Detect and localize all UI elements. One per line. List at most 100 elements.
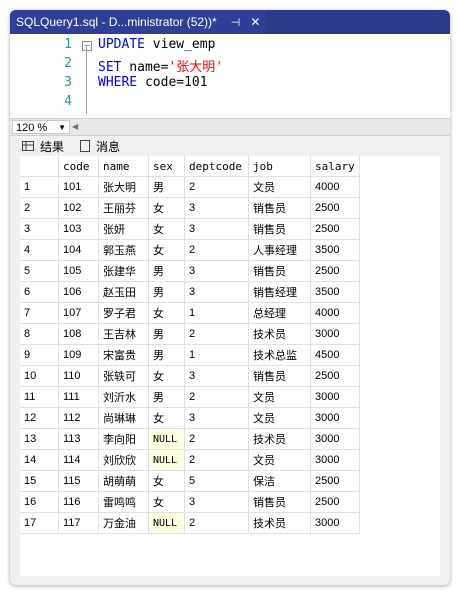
table-cell[interactable]: 技术员 — [248, 428, 311, 450]
row-number-cell[interactable]: 10 — [20, 365, 59, 387]
table-cell[interactable]: 万金油 — [98, 512, 149, 534]
table-cell[interactable]: NULL — [148, 449, 185, 471]
row-number-cell[interactable]: 14 — [20, 449, 59, 471]
table-cell[interactable]: 女 — [148, 491, 185, 513]
close-icon[interactable]: ✕ — [250, 15, 260, 29]
table-cell[interactable]: 3500 — [310, 239, 360, 261]
table-cell[interactable]: 3 — [184, 365, 249, 387]
table-cell[interactable]: 1 — [184, 302, 249, 324]
tab-results[interactable]: 结果 — [22, 136, 64, 156]
table-cell[interactable]: 胡萌萌 — [98, 470, 149, 492]
row-number-cell[interactable]: 16 — [20, 491, 59, 513]
table-cell[interactable]: 刘沂水 — [98, 386, 149, 408]
table-cell[interactable]: 2 — [184, 512, 249, 534]
column-header[interactable]: code — [58, 156, 99, 177]
table-cell[interactable]: 2500 — [310, 260, 360, 282]
table-cell[interactable]: 销售员 — [248, 197, 311, 219]
row-number-cell[interactable]: 7 — [20, 302, 59, 324]
table-cell[interactable]: 114 — [58, 449, 99, 471]
table-row[interactable]: 9 109 宋富贵男 1 技术总监 4500 — [20, 344, 360, 366]
column-header[interactable]: deptcode — [184, 156, 249, 177]
column-header[interactable]: sex — [148, 156, 185, 177]
table-row[interactable]: 10 110 张轶可女 3 销售员 2500 — [20, 365, 360, 387]
column-header[interactable]: salary — [310, 156, 360, 177]
table-row[interactable]: 7 107 罗子君女 1 总经理 4000 — [20, 302, 360, 324]
table-cell[interactable]: 117 — [58, 512, 99, 534]
table-cell[interactable]: 4000 — [310, 176, 360, 198]
table-cell[interactable]: 男 — [148, 344, 185, 366]
table-cell[interactable]: 张建华 — [98, 260, 149, 282]
table-cell[interactable]: 人事经理 — [248, 239, 311, 261]
table-cell[interactable]: 女 — [148, 302, 185, 324]
table-cell[interactable]: NULL — [148, 512, 185, 534]
table-cell[interactable]: 105 — [58, 260, 99, 282]
table-cell[interactable]: 116 — [58, 491, 99, 513]
pin-icon[interactable]: ⊣ — [231, 16, 241, 29]
table-row[interactable]: 8 108 王吉林男 2 技术员 3000 — [20, 323, 360, 345]
table-row[interactable]: 11 111 刘沂水男 2 文员 3000 — [20, 386, 360, 408]
table-cell[interactable]: 2 — [184, 428, 249, 450]
table-cell[interactable]: 3 — [184, 218, 249, 240]
table-cell[interactable]: 2 — [184, 323, 249, 345]
table-cell[interactable]: 3000 — [310, 512, 360, 534]
scroll-left-icon[interactable]: ◀ — [72, 122, 78, 131]
table-cell[interactable]: 女 — [148, 407, 185, 429]
query-editor[interactable]: 1 2 3 4 − UPDATE view_emp SET name='张大明'… — [10, 34, 450, 118]
row-number-cell[interactable]: 3 — [20, 218, 59, 240]
table-cell[interactable]: 女 — [148, 470, 185, 492]
table-cell[interactable]: 销售员 — [248, 218, 311, 240]
table-cell[interactable]: 文员 — [248, 449, 311, 471]
horizontal-scrollbar[interactable]: ◀ — [72, 122, 444, 131]
table-cell[interactable]: 5 — [184, 470, 249, 492]
table-cell[interactable]: 技术员 — [248, 512, 311, 534]
table-cell[interactable]: 104 — [58, 239, 99, 261]
table-cell[interactable]: 3 — [184, 281, 249, 303]
table-cell[interactable]: 女 — [148, 365, 185, 387]
table-cell[interactable]: 2500 — [310, 491, 360, 513]
table-cell[interactable]: 销售员 — [248, 491, 311, 513]
table-cell[interactable]: 赵玉田 — [98, 281, 149, 303]
table-cell[interactable]: 2500 — [310, 197, 360, 219]
table-row[interactable]: 5 105 张建华男 3 销售员 2500 — [20, 260, 360, 282]
table-cell[interactable]: 张大明 — [98, 176, 149, 198]
row-number-cell[interactable]: 9 — [20, 344, 59, 366]
row-number-cell[interactable]: 12 — [20, 407, 59, 429]
table-cell[interactable]: 女 — [148, 239, 185, 261]
table-cell[interactable]: 3 — [184, 197, 249, 219]
table-row[interactable]: 17 117 万金油 NULL 2 技术员 3000 — [20, 512, 360, 534]
table-cell[interactable]: 110 — [58, 365, 99, 387]
table-cell[interactable]: 111 — [58, 386, 99, 408]
zoom-dropdown[interactable]: 120 % ▼ — [12, 120, 70, 134]
table-cell[interactable]: 101 — [58, 176, 99, 198]
table-cell[interactable]: 李向阳 — [98, 428, 149, 450]
table-cell[interactable]: 罗子君 — [98, 302, 149, 324]
table-cell[interactable]: 技术总监 — [248, 344, 311, 366]
table-cell[interactable]: 4500 — [310, 344, 360, 366]
table-row[interactable]: 13 113 李向阳 NULL 2 技术员 3000 — [20, 428, 360, 450]
row-number-cell[interactable]: 13 — [20, 428, 59, 450]
results-grid[interactable]: code name sex deptcode job salary 1 101 张大… — [20, 156, 440, 576]
table-cell[interactable]: 3 — [184, 407, 249, 429]
table-cell[interactable]: 3000 — [310, 323, 360, 345]
table-cell[interactable]: 4000 — [310, 302, 360, 324]
table-cell[interactable]: 张轶可 — [98, 365, 149, 387]
row-number-cell[interactable]: 1 — [20, 176, 59, 198]
table-cell[interactable]: 保洁 — [248, 470, 311, 492]
document-tab[interactable]: SQLQuery1.sql - D...ministrator (52))* ⊣… — [10, 10, 267, 34]
row-number-cell[interactable]: 15 — [20, 470, 59, 492]
table-cell[interactable]: 销售员 — [248, 365, 311, 387]
table-cell[interactable]: 2500 — [310, 470, 360, 492]
table-cell[interactable]: 2500 — [310, 365, 360, 387]
table-cell[interactable]: NULL — [148, 428, 185, 450]
table-cell[interactable]: 刘欣欣 — [98, 449, 149, 471]
table-cell[interactable]: 文员 — [248, 386, 311, 408]
table-cell[interactable]: 2500 — [310, 218, 360, 240]
table-row[interactable]: 15 115 胡萌萌女 5 保洁 2500 — [20, 470, 360, 492]
table-cell[interactable]: 男 — [148, 323, 185, 345]
table-cell[interactable]: 113 — [58, 428, 99, 450]
table-cell[interactable]: 文员 — [248, 176, 311, 198]
table-cell[interactable]: 102 — [58, 197, 99, 219]
table-cell[interactable]: 3 — [184, 260, 249, 282]
table-cell[interactable]: 王吉林 — [98, 323, 149, 345]
table-row[interactable]: 6 106 赵玉田男 3 销售经理 3500 — [20, 281, 360, 303]
